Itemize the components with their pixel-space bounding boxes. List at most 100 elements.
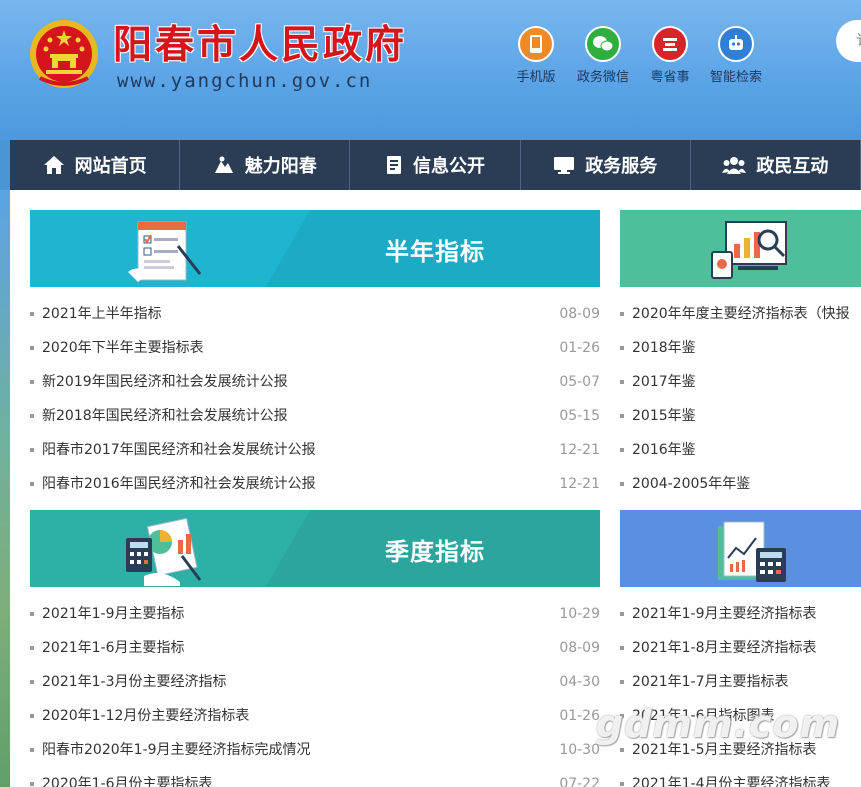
monitor-icon: [554, 157, 575, 174]
list-item-text: 2020年1-6月份主要指标表: [42, 776, 213, 787]
nav-item-home[interactable]: 网站首页: [10, 140, 181, 190]
people-icon: [722, 157, 747, 174]
nav-item-label: 信息公开: [413, 156, 485, 177]
list-item[interactable]: 2015年鉴: [620, 399, 861, 433]
background-scenery: [0, 190, 10, 787]
nav-item-label: 网站首页: [74, 156, 147, 177]
list-item-text: 阳春市2016年国民经济和社会发展统计公报: [42, 476, 316, 492]
list-item-date: 07-22: [559, 776, 600, 787]
nav-item-label: 政务服务: [585, 156, 658, 177]
list-item-text: 2021年1-8月主要经济指标表: [632, 640, 817, 656]
site-title: 阳春市人民政府: [113, 22, 408, 68]
list-item-date: 12-21: [559, 476, 600, 492]
robot-icon: [718, 26, 754, 62]
nav-item-charm[interactable]: 魅力阳春: [180, 140, 351, 190]
list-item-text: 2021年1-4月份主要经济指标表: [632, 776, 831, 787]
list-item[interactable]: 2021年1-3月份主要经济指标 04-30: [30, 665, 600, 699]
analytics-illustration-icon: [711, 221, 787, 279]
scenery-icon: [214, 156, 233, 173]
quick-link-search[interactable]: 智能检索: [705, 26, 767, 85]
annual-list: 2020年年度主要经济指标表（快报 2018年鉴 2017年鉴 2015年鉴 2…: [620, 297, 861, 501]
list-item[interactable]: 2016年鉴: [620, 433, 861, 467]
search-input[interactable]: 讠: [836, 20, 861, 62]
quick-link-mobile[interactable]: 手机版: [505, 26, 567, 85]
list-item[interactable]: 2020年1-12月份主要经济指标表 01-26: [30, 699, 600, 733]
annual-banner[interactable]: [620, 210, 861, 287]
list-item-text: 2021年1-7月主要指标表: [632, 674, 789, 690]
quarterly-list: 2021年1-9月主要指标 10-29 2021年1-6月主要指标 08-09 20…: [30, 597, 600, 787]
quick-link-label: 政务微信: [576, 70, 629, 85]
list-item[interactable]: 阳春市2016年国民经济和社会发展统计公报 12-21: [30, 467, 600, 501]
list-item-text: 2020年1-12月份主要经济指标表: [42, 708, 250, 724]
list-item[interactable]: 2004-2005年年鉴: [620, 467, 861, 501]
list-item[interactable]: 2021年1-9月主要经济指标表: [620, 597, 861, 631]
list-item-date: 08-09: [559, 306, 600, 322]
quick-links: 手机版 政务微信 粤省事 智能检索: [505, 26, 771, 85]
watermark: gdmm.com: [596, 702, 841, 746]
national-emblem-icon: [30, 20, 98, 88]
nav-item-label: 政民互动: [756, 156, 829, 177]
list-item-text: 2021年1-9月主要经济指标表: [632, 606, 817, 622]
monthly-banner[interactable]: [620, 510, 861, 587]
list-item[interactable]: 阳春市2020年1-9月主要经济指标完成情况 10-30: [30, 733, 600, 767]
list-item-text: 2021年上半年指标: [42, 306, 162, 322]
list-item-date: 10-30: [559, 742, 600, 758]
list-item[interactable]: 2018年鉴: [620, 331, 861, 365]
list-item-text: 2015年鉴: [632, 408, 696, 424]
nav-item-service[interactable]: 政务服务: [521, 140, 691, 190]
list-item[interactable]: 2021年1-4月份主要经济指标表: [620, 767, 861, 787]
quick-link-yueshengshi[interactable]: 粤省事: [639, 26, 701, 85]
list-item-text: 2004-2005年年鉴: [632, 476, 751, 492]
list-item[interactable]: 2020年年度主要经济指标表（快报: [620, 297, 861, 331]
mobile-icon: [518, 26, 554, 62]
list-item-text: 阳春市2020年1-9月主要经济指标完成情况: [42, 742, 311, 758]
half-year-list: 2021年上半年指标 08-09 2020年下半年主要指标表 01-26 新2019…: [30, 297, 600, 501]
list-item-date: 05-15: [559, 408, 600, 424]
list-item-text: 新2019年国民经济和社会发展统计公报: [42, 374, 288, 390]
quick-link-label: 手机版: [516, 70, 556, 85]
list-item-text: 2021年1-9月主要指标: [42, 606, 185, 622]
home-icon: [43, 156, 64, 174]
half-year-banner[interactable]: 半年指标: [30, 210, 600, 287]
monthly-list: 2021年1-9月主要经济指标表 2021年1-8月主要经济指标表 2021年1…: [620, 597, 861, 787]
list-item-text: 2020年年度主要经济指标表（快报: [632, 306, 850, 322]
nav-item-info[interactable]: 信息公开: [350, 140, 521, 190]
quick-link-label: 智能检索: [709, 70, 762, 85]
site-url[interactable]: www.yangchun.gov.cn: [117, 70, 372, 92]
list-item-text: 2021年1-3月份主要经济指标: [42, 674, 227, 690]
yueshengshi-icon: [652, 26, 688, 62]
document-icon: [387, 156, 401, 174]
list-item-text: 新2018年国民经济和社会发展统计公报: [42, 408, 288, 424]
list-item-text: 2016年鉴: [632, 442, 696, 458]
nav-item-label: 魅力阳春: [244, 156, 317, 177]
main-nav: 网站首页 魅力阳春 信息公开 政务服务 政民互动: [10, 140, 861, 190]
list-item[interactable]: 2021年1-9月主要指标 10-29: [30, 597, 600, 631]
list-item[interactable]: 2021年1-8月主要经济指标表: [620, 631, 861, 665]
list-item[interactable]: 2020年下半年主要指标表 01-26: [30, 331, 600, 365]
list-item[interactable]: 新2018年国民经济和社会发展统计公报 05-15: [30, 399, 600, 433]
list-item-date: 05-07: [559, 374, 600, 390]
section-title: 半年指标: [385, 238, 485, 266]
nav-item-interact[interactable]: 政民互动: [691, 140, 861, 190]
header: 阳春市人民政府 www.yangchun.gov.cn 手机版 政务微信 粤省事…: [0, 0, 861, 140]
checklist-illustration-icon: [128, 221, 202, 282]
list-item-date: 08-09: [559, 640, 600, 656]
list-item-text: 2017年鉴: [632, 374, 696, 390]
quarterly-banner[interactable]: 季度指标: [30, 510, 600, 587]
main-content: 半年指标 2021年上半年指标 08-09 2020年下半年主要指标表 01-26 …: [10, 190, 861, 787]
list-item-date: 01-26: [559, 340, 600, 356]
list-item[interactable]: 2020年1-6月份主要指标表 07-22: [30, 767, 600, 787]
wechat-icon: [585, 26, 621, 62]
list-item[interactable]: 2021年1-6月主要指标 08-09: [30, 631, 600, 665]
list-item-date: 04-30: [559, 674, 600, 690]
list-item-text: 2020年下半年主要指标表: [42, 340, 204, 356]
list-item[interactable]: 2021年1-7月主要指标表: [620, 665, 861, 699]
list-item[interactable]: 2021年上半年指标 08-09: [30, 297, 600, 331]
list-item[interactable]: 阳春市2017年国民经济和社会发展统计公报 12-21: [30, 433, 600, 467]
list-item[interactable]: 2017年鉴: [620, 365, 861, 399]
quick-link-wechat[interactable]: 政务微信: [571, 26, 635, 85]
list-item-text: 阳春市2017年国民经济和社会发展统计公报: [42, 442, 316, 458]
list-item[interactable]: 新2019年国民经济和社会发展统计公报 05-07: [30, 365, 600, 399]
list-item-date: 01-26: [559, 708, 600, 724]
list-item-date: 10-29: [559, 606, 600, 622]
